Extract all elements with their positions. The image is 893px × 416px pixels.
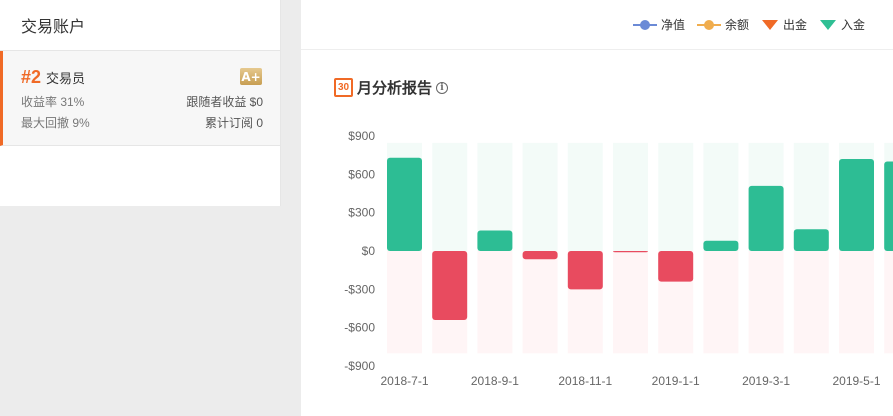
bar[interactable] [613, 251, 648, 253]
bar-background [432, 142, 468, 251]
legend-item-withdrawal[interactable]: 出金 [761, 16, 807, 33]
bar[interactable] [884, 161, 893, 251]
y-tick-label: -$300 [344, 282, 375, 296]
bar-background [522, 251, 558, 354]
y-tick-label: $600 [348, 167, 375, 181]
account-name: 交易员 [46, 70, 86, 86]
report-title: 30 月分析报告 i [334, 77, 449, 98]
subscription-count: 累计订阅 0 [204, 116, 263, 130]
bar[interactable] [522, 251, 558, 260]
legend-label: 净值 [660, 18, 685, 32]
legend-item-balance[interactable]: 余额 [696, 16, 749, 33]
x-tick-label: 2018-11-1 [558, 374, 612, 388]
max-drawdown: 最大回撤 9% [21, 116, 90, 130]
bar-background [839, 251, 874, 354]
panel-title: 交易账户 [0, 0, 280, 51]
y-tick-label: -$900 [344, 359, 375, 373]
app-root: 交易账户 #2 交易员 A+ 收益率 31% 跟随者收益 $0 最大回撤 9% … [0, 0, 893, 416]
calendar-icon: 30 [334, 78, 353, 97]
trading-account-panel: 交易账户 #2 交易员 A+ 收益率 31% 跟随者收益 $0 最大回撤 9% … [0, 0, 281, 206]
bar-background [567, 142, 603, 251]
bar-background [703, 251, 739, 354]
bar[interactable] [477, 230, 513, 251]
y-tick-label: $300 [348, 206, 375, 220]
bar[interactable] [748, 185, 784, 251]
bar[interactable] [432, 251, 468, 320]
line-circle-icon [696, 19, 721, 30]
chart-legend: 净值 余额 出金 入金 [301, 0, 893, 50]
bar-background [613, 251, 648, 354]
bar-background [703, 142, 739, 251]
bar[interactable] [703, 240, 739, 251]
account-rank: #2 [21, 66, 42, 87]
bar-background [884, 251, 893, 354]
bar-background [658, 142, 694, 251]
triangle-down-icon [761, 19, 778, 30]
x-tick-label: 2019-1-1 [652, 374, 700, 388]
bar-background [793, 251, 829, 354]
x-tick-label: 2018-7-1 [380, 374, 428, 388]
bar-background [522, 142, 558, 251]
x-tick-label: 2019-3-1 [742, 374, 790, 388]
legend-label: 余额 [724, 18, 749, 32]
bar-background [748, 251, 784, 354]
triangle-down-icon [819, 19, 836, 30]
bar[interactable] [658, 251, 694, 282]
report-title-text: 月分析报告 [357, 80, 433, 97]
bar-background [387, 251, 422, 354]
legend-item-deposit[interactable]: 入金 [819, 16, 865, 33]
y-tick-label: $900 [348, 129, 375, 143]
bar[interactable] [567, 251, 603, 290]
info-icon[interactable]: i [436, 81, 449, 94]
bar[interactable] [793, 229, 829, 251]
grade-badge: A+ [240, 68, 262, 85]
legend-label: 出金 [782, 18, 807, 32]
return-rate: 收益率 31% [21, 95, 85, 109]
bar[interactable] [839, 159, 874, 251]
bar-background [613, 142, 648, 251]
bar[interactable] [387, 157, 422, 251]
bar-background [477, 251, 513, 354]
monthly-report-chart: $900 $600 $300 $0 -$300 -$600 -$900 2018-7-1 201… [344, 129, 893, 388]
line-circle-icon [632, 19, 657, 30]
follower-income: 跟随者收益 $0 [186, 95, 263, 109]
legend-item-net-value[interactable]: 净值 [632, 16, 685, 33]
report-panel: 净值 余额 出金 入金 30 月分析报告 i $900 $600 $300 $0… [301, 0, 893, 416]
y-tick-label: $0 [362, 244, 376, 258]
x-tick-label: 2019-5-1 [832, 374, 880, 388]
y-tick-label: -$600 [344, 321, 375, 335]
account-card[interactable]: #2 交易员 A+ 收益率 31% 跟随者收益 $0 最大回撤 9% 累计订阅 … [0, 51, 280, 146]
x-tick-label: 2018-9-1 [471, 374, 519, 388]
legend-label: 入金 [840, 18, 865, 32]
